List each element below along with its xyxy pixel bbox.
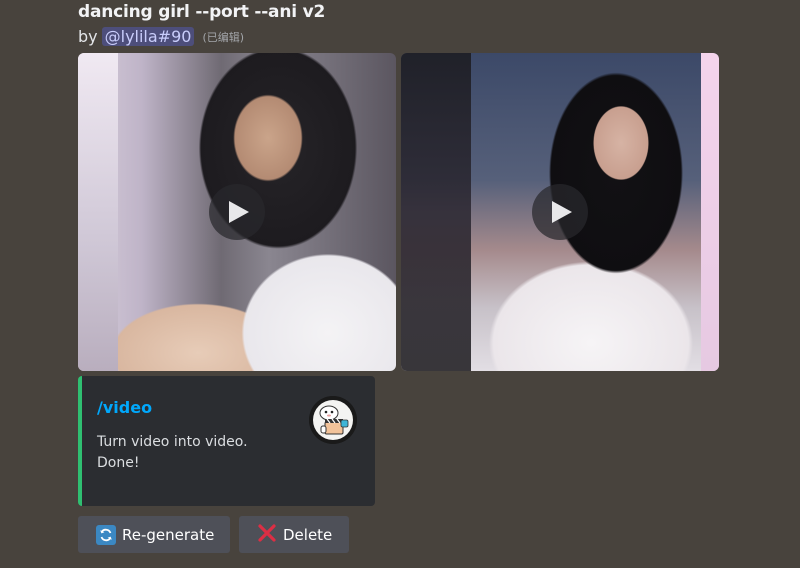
video-attachment-2[interactable] (401, 53, 719, 371)
by-prefix: by (78, 27, 98, 46)
play-button[interactable] (532, 184, 588, 240)
arrows-counterclockwise-icon (96, 524, 116, 545)
play-icon (229, 201, 249, 223)
play-icon (552, 201, 572, 223)
embed-thumbnail[interactable] (309, 396, 357, 444)
regenerate-button[interactable]: Re-generate (78, 516, 230, 553)
play-button[interactable] (209, 184, 265, 240)
edited-label: (已编辑) (202, 30, 245, 44)
regenerate-label: Re-generate (122, 525, 215, 544)
byline: by @lylila#90 (已编辑) (78, 27, 244, 46)
bot-avatar-image (309, 396, 357, 444)
video-attachment-1[interactable] (78, 53, 396, 371)
cross-mark-icon (257, 523, 277, 547)
embed-description: Turn video into video. Done! (97, 434, 248, 471)
delete-button[interactable]: Delete (239, 516, 349, 553)
user-mention[interactable]: @lylila#90 (101, 27, 195, 46)
embed-title[interactable]: /video (97, 398, 152, 417)
message-title: dancing girl --port --ani v2 (78, 2, 326, 22)
embed-card: /video Turn video into video. Done! (78, 376, 375, 506)
delete-label: Delete (283, 525, 333, 544)
